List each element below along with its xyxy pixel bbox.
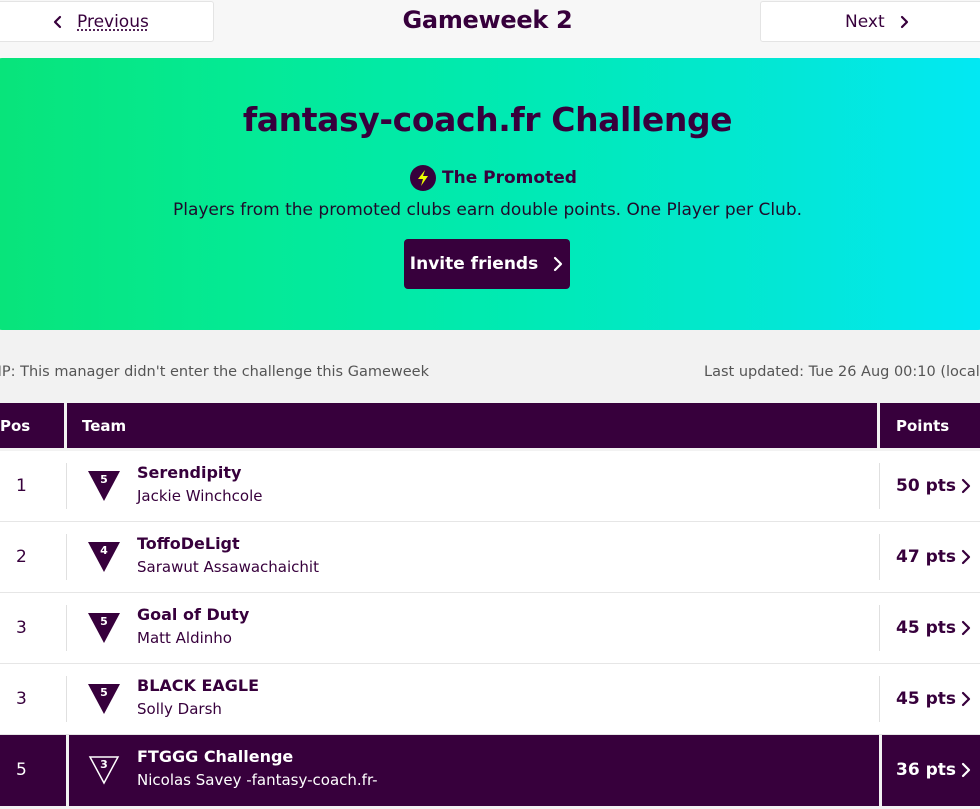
row-points: 47 pts xyxy=(896,547,956,567)
table-row[interactable]: 3 5 Goal of Duty Matt Aldinho 45 pts xyxy=(0,593,980,664)
lightning-bolt-icon xyxy=(410,165,436,191)
divider xyxy=(879,676,880,722)
triangle-badge-icon: 5 xyxy=(88,613,120,643)
divider xyxy=(879,735,882,806)
divider xyxy=(66,534,67,580)
team-name: BLACK EAGLE xyxy=(137,676,260,695)
standings-header: Pos Team Points xyxy=(0,403,980,448)
badge-number: 4 xyxy=(100,544,108,557)
header-team: Team xyxy=(67,403,877,448)
team-name: Goal of Duty xyxy=(137,605,250,624)
manager-name: Solly Darsh xyxy=(137,700,222,718)
challenge-description: Players from the promoted clubs earn dou… xyxy=(172,200,803,220)
row-pos: 5 xyxy=(16,760,27,780)
divider xyxy=(66,735,69,806)
chevron-right-icon[interactable] xyxy=(958,549,974,565)
row-points: 36 pts xyxy=(896,760,956,780)
triangle-badge-icon: 3 xyxy=(88,756,120,785)
manager-name: Jackie Winchcole xyxy=(137,487,263,505)
header-points: Points xyxy=(880,403,980,448)
manager-name: Matt Aldinho xyxy=(137,629,232,647)
badge-number: 3 xyxy=(100,758,108,771)
team-name: ToffoDeLigt xyxy=(137,534,240,553)
row-pos: 3 xyxy=(16,689,27,709)
row-pos: 3 xyxy=(16,618,27,638)
divider xyxy=(879,605,880,651)
last-updated: Last updated: Tue 26 Aug 00:10 (local ti… xyxy=(704,364,980,380)
triangle-badge-icon: 4 xyxy=(88,542,120,572)
manager-name: Sarawut Assawachaichit xyxy=(137,558,319,576)
chevron-right-icon[interactable] xyxy=(958,620,974,636)
table-row[interactable]: 1 5 Serendipity Jackie Winchcole 50 pts xyxy=(0,451,980,522)
row-pos: 1 xyxy=(16,476,27,496)
team-name: FTGGG Challenge xyxy=(137,747,294,766)
divider xyxy=(66,605,67,651)
table-row[interactable]: 2 4 ToffoDeLigt Sarawut Assawachaichit 4… xyxy=(0,522,980,593)
divider xyxy=(879,463,880,509)
manager-name: Nicolas Savey -fantasy-coach.fr- xyxy=(137,771,378,789)
gameweek-nav-bar: Previous Gameweek 2 Next xyxy=(0,0,980,58)
header-pos: Pos xyxy=(0,403,64,448)
team-name: Serendipity xyxy=(137,463,242,482)
row-points: 45 pts xyxy=(896,689,956,709)
chevron-right-icon[interactable] xyxy=(958,478,974,494)
chevron-right-icon[interactable] xyxy=(958,691,974,707)
divider xyxy=(66,676,67,722)
next-button[interactable]: Next xyxy=(760,1,980,42)
badge-number: 5 xyxy=(100,615,108,628)
challenge-hero-banner xyxy=(0,58,980,330)
challenge-title: fantasy-coach.fr Challenge xyxy=(242,100,733,139)
row-pos: 2 xyxy=(16,547,27,567)
divider xyxy=(879,534,880,580)
invite-friends-label: Invite friends xyxy=(409,254,539,274)
chevron-right-icon xyxy=(554,256,563,272)
promo-name: The Promoted xyxy=(442,168,577,188)
next-label: Next xyxy=(845,11,885,32)
chevron-right-icon[interactable] xyxy=(958,762,974,778)
row-points: 50 pts xyxy=(896,476,956,496)
table-row[interactable]: 3 5 BLACK EAGLE Solly Darsh 45 pts xyxy=(0,664,980,735)
divider xyxy=(66,463,67,509)
invite-friends-button[interactable]: Invite friends xyxy=(404,239,570,289)
badge-number: 5 xyxy=(100,686,108,699)
badge-number: 5 xyxy=(100,473,108,486)
np-note: NP: This manager didn't enter the challe… xyxy=(0,364,429,380)
row-points: 45 pts xyxy=(896,618,956,638)
table-row-highlighted[interactable]: 5 3 FTGGG Challenge Nicolas Savey -fanta… xyxy=(0,735,980,806)
triangle-badge-icon: 5 xyxy=(88,471,120,501)
triangle-badge-icon: 5 xyxy=(88,684,120,714)
promo-tag: The Promoted xyxy=(410,164,577,192)
chevron-right-icon xyxy=(900,15,908,28)
